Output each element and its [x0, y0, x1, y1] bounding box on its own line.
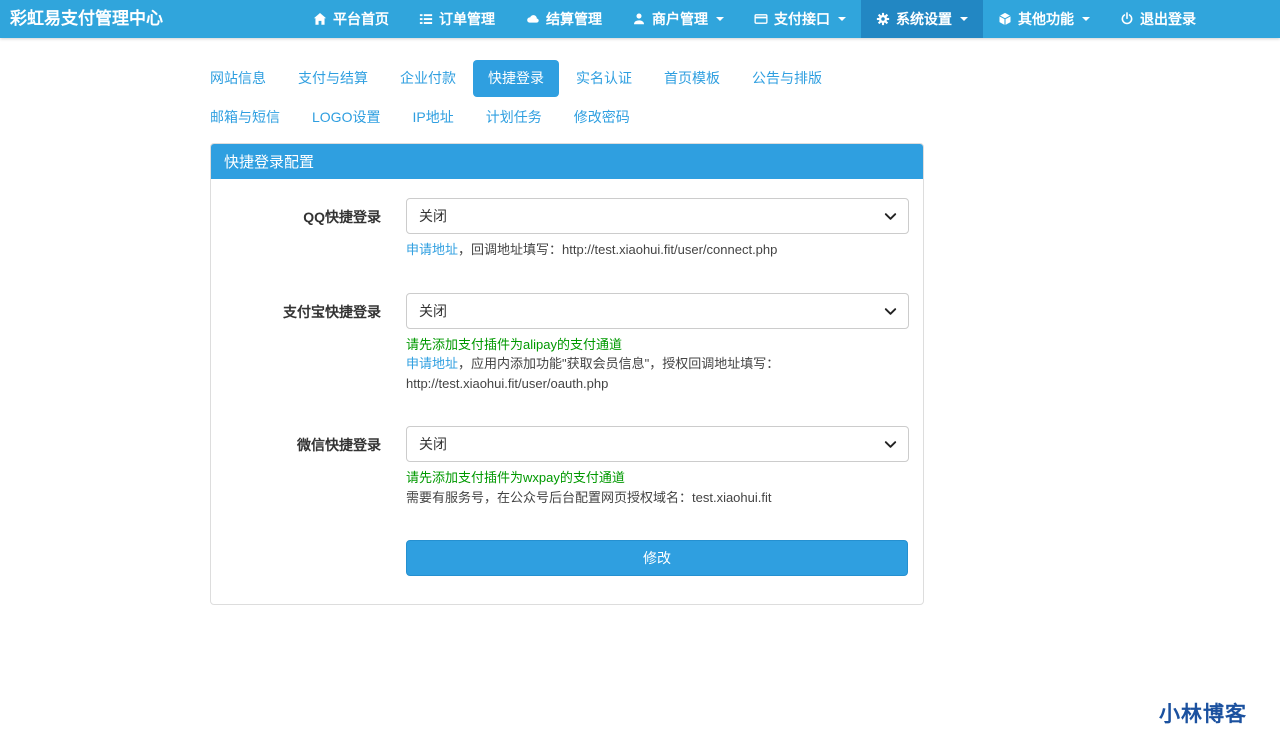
- gear-icon: [876, 12, 890, 26]
- tab-payment-settlement[interactable]: 支付与结算: [283, 60, 383, 97]
- alipay-login-help: 请先添加支付插件为alipay的支付通道 申请地址，应用内添加功能"获取会员信息…: [406, 335, 909, 394]
- tab-cron-tasks[interactable]: 计划任务: [471, 99, 557, 136]
- wechat-login-select[interactable]: 关闭: [406, 426, 909, 462]
- tab-logo-settings[interactable]: LOGO设置: [297, 99, 395, 136]
- alipay-plugin-hint: 请先添加支付插件为alipay的支付通道: [406, 335, 909, 355]
- qq-login-group: QQ快捷登录 关闭 申请地址，回调地址填写：http://test.xiaohu…: [226, 198, 908, 260]
- power-icon: [1120, 12, 1134, 26]
- qq-login-controls: 关闭 申请地址，回调地址填写：http://test.xiaohui.fit/u…: [406, 198, 909, 260]
- qq-login-select[interactable]: 关闭: [406, 198, 909, 234]
- tab-quick-login[interactable]: 快捷登录: [473, 60, 559, 97]
- cube-icon: [998, 12, 1012, 26]
- tab-ip-address[interactable]: IP地址: [397, 99, 468, 136]
- nav-item-logout[interactable]: 退出登录: [1105, 0, 1211, 38]
- nav-item-settlement[interactable]: 结算管理: [510, 0, 617, 38]
- wechat-login-controls: 关闭 请先添加支付插件为wxpay的支付通道 需要有服务号，在公众号后台配置网页…: [406, 426, 909, 507]
- settings-tabs-row1: 网站信息 支付与结算 企业付款 快捷登录 实名认证 首页模板 公告与排版: [195, 60, 924, 97]
- panel-body: QQ快捷登录 关闭 申请地址，回调地址填写：http://test.xiaohu…: [211, 179, 923, 604]
- nav-item-merchants[interactable]: 商户管理: [617, 0, 739, 38]
- credit-card-icon: [754, 12, 768, 26]
- nav-item-orders[interactable]: 订单管理: [404, 0, 510, 38]
- qq-help-text: ，回调地址填写：http://test.xiaohui.fit/user/con…: [458, 242, 777, 257]
- chevron-down-icon: [1082, 17, 1090, 21]
- list-icon: [419, 12, 433, 26]
- chevron-down-icon: [716, 17, 724, 21]
- tab-change-password[interactable]: 修改密码: [559, 99, 645, 136]
- wechat-login-label: 微信快捷登录: [226, 426, 381, 507]
- nav-item-label: 系统设置: [896, 9, 952, 29]
- nav-item-label: 平台首页: [333, 9, 389, 29]
- wechat-plugin-hint: 请先添加支付插件为wxpay的支付通道: [406, 468, 909, 488]
- nav-item-system-settings[interactable]: 系统设置: [861, 0, 983, 38]
- nav-item-label: 支付接口: [774, 9, 830, 29]
- chevron-down-icon: [960, 17, 968, 21]
- alipay-login-controls: 关闭 请先添加支付插件为alipay的支付通道 申请地址，应用内添加功能"获取会…: [406, 293, 909, 394]
- alipay-login-select[interactable]: 关闭: [406, 293, 909, 329]
- brand-title[interactable]: 彩虹易支付管理中心: [10, 0, 163, 38]
- nav-item-label: 订单管理: [439, 9, 495, 29]
- nav-item-label: 结算管理: [546, 9, 602, 29]
- alipay-login-group: 支付宝快捷登录 关闭 请先添加支付插件为alipay的支付通道 申请地址，应用内…: [226, 293, 908, 394]
- tab-home-template[interactable]: 首页模板: [649, 60, 735, 97]
- tab-enterprise-payment[interactable]: 企业付款: [385, 60, 471, 97]
- top-navbar: 彩虹易支付管理中心 平台首页 订单管理 结算管理 商户管理: [0, 0, 1280, 38]
- alipay-login-label: 支付宝快捷登录: [226, 293, 381, 394]
- settings-tabs-row2: 邮箱与短信 LOGO设置 IP地址 计划任务 修改密码: [195, 99, 924, 136]
- alipay-apply-link[interactable]: 申请地址: [406, 356, 458, 371]
- wechat-login-group: 微信快捷登录 关闭 请先添加支付插件为wxpay的支付通道 需要有服务号，在公众…: [226, 426, 908, 507]
- panel-title: 快捷登录配置: [211, 144, 923, 179]
- home-icon: [313, 12, 327, 26]
- tab-site-info[interactable]: 网站信息: [195, 60, 281, 97]
- tab-announcement-layout[interactable]: 公告与排版: [737, 60, 837, 97]
- alipay-callback-url: http://test.xiaohui.fit/user/oauth.php: [406, 374, 909, 394]
- chevron-down-icon: [838, 17, 846, 21]
- nav-item-other-features[interactable]: 其他功能: [983, 0, 1105, 38]
- qq-apply-link[interactable]: 申请地址: [406, 242, 458, 257]
- nav-item-label: 其他功能: [1018, 9, 1074, 29]
- wechat-domain-hint: 需要有服务号，在公众号后台配置网页授权域名：test.xiaohui.fit: [406, 488, 909, 508]
- alipay-help-text: ，应用内添加功能"获取会员信息"，授权回调地址填写：: [458, 356, 779, 371]
- main-content: 网站信息 支付与结算 企业付款 快捷登录 实名认证 首页模板 公告与排版 邮箱与…: [210, 60, 924, 605]
- main-nav: 平台首页 订单管理 结算管理 商户管理 支付接口: [298, 0, 1211, 38]
- submit-row: 修改: [226, 540, 908, 576]
- xiaolin-blog-watermark: 小林博客: [1159, 698, 1247, 728]
- user-icon: [632, 12, 646, 26]
- qq-login-label: QQ快捷登录: [226, 198, 381, 260]
- tab-realname-auth[interactable]: 实名认证: [561, 60, 647, 97]
- qq-login-help: 申请地址，回调地址填写：http://test.xiaohui.fit/user…: [406, 240, 909, 260]
- nav-item-label: 退出登录: [1140, 9, 1196, 29]
- submit-button[interactable]: 修改: [406, 540, 908, 576]
- cloud-icon: [525, 12, 540, 26]
- tab-email-sms[interactable]: 邮箱与短信: [195, 99, 295, 136]
- nav-item-payment-api[interactable]: 支付接口: [739, 0, 861, 38]
- quick-login-panel: 快捷登录配置 QQ快捷登录 关闭 申请地址，回调地址填写：http://t: [210, 143, 924, 605]
- wechat-login-help: 请先添加支付插件为wxpay的支付通道 需要有服务号，在公众号后台配置网页授权域…: [406, 468, 909, 507]
- nav-item-home[interactable]: 平台首页: [298, 0, 404, 38]
- nav-item-label: 商户管理: [652, 9, 708, 29]
